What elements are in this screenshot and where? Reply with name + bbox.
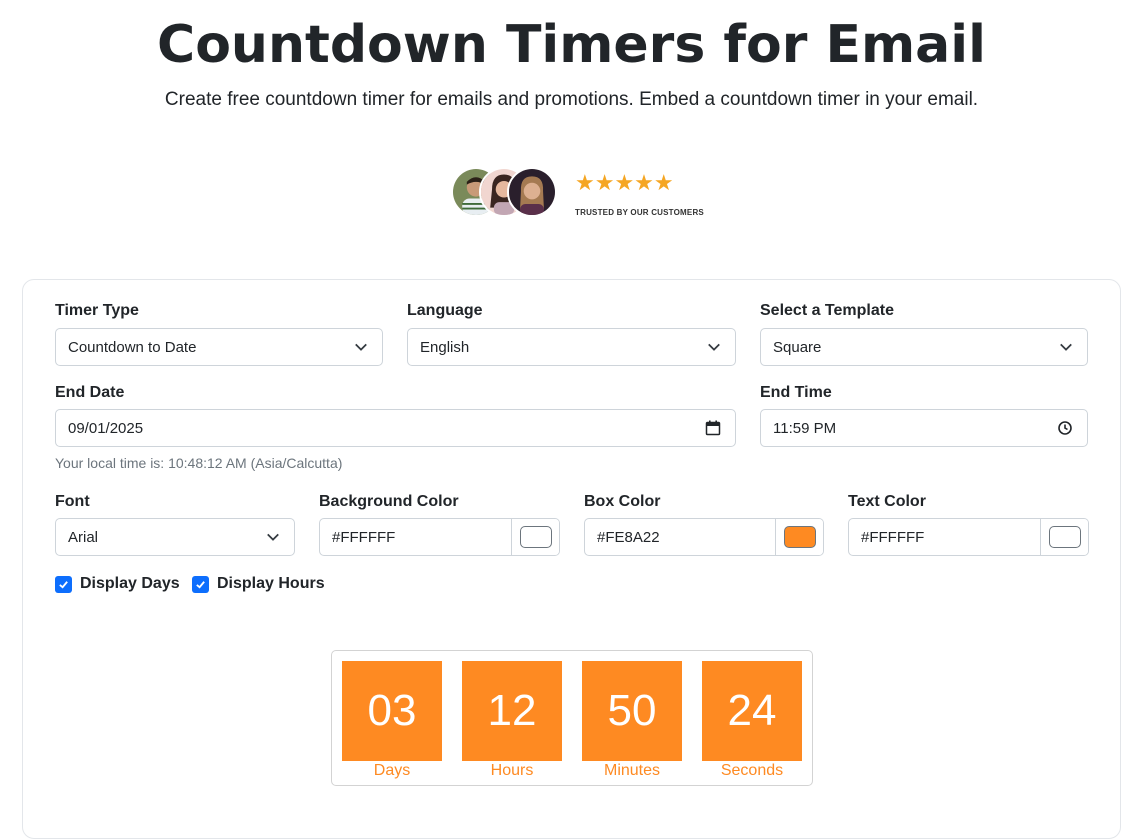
font-value: Arial [68, 528, 99, 546]
end-time-value: 11:59 PM [773, 419, 837, 437]
template-value: Square [773, 338, 822, 356]
timer-type-label: Timer Type [55, 302, 139, 319]
text-color-label: Text Color [848, 493, 926, 510]
local-time-hint: Your local time is: 10:48:12 AM (Asia/Ca… [55, 455, 343, 471]
seconds-value: 24 [702, 661, 802, 761]
font-label: Font [55, 493, 90, 510]
font-select[interactable]: Arial [55, 518, 295, 556]
timer-type-select[interactable]: Countdown to Date [55, 328, 383, 366]
display-hours-checkbox[interactable]: Display Hours [192, 575, 325, 593]
chevron-down-icon [1060, 343, 1072, 351]
box-color-label: Box Color [584, 493, 661, 510]
timer-preview: 03 Days 12 Hours 50 Minutes 24 Seconds [331, 650, 813, 786]
chevron-down-icon [355, 343, 367, 351]
checkbox-checked-icon[interactable] [192, 575, 209, 593]
chevron-down-icon [267, 533, 279, 541]
days-value: 03 [342, 661, 442, 761]
display-hours-label: Display Hours [217, 575, 325, 592]
template-select[interactable]: Square [760, 328, 1088, 366]
clock-icon[interactable] [1057, 420, 1073, 436]
display-days-checkbox[interactable]: Display Days [55, 575, 180, 593]
display-days-label: Display Days [80, 575, 180, 592]
box-color-input-group: #FE8A22 [584, 518, 824, 556]
days-label: Days [373, 762, 411, 779]
minutes-value: 50 [582, 661, 682, 761]
minutes-unit: 50 Minutes [582, 661, 682, 780]
language-select[interactable]: English [407, 328, 736, 366]
rating-stars: ★★★★★ [575, 170, 674, 195]
end-date-input[interactable]: 09/01/2025 [55, 409, 736, 447]
hours-unit: 12 Hours [462, 661, 562, 780]
text-color-field[interactable]: #FFFFFF [849, 529, 1040, 546]
end-date-value: 09/01/2025 [68, 419, 144, 437]
text-color-input-group: #FFFFFF [848, 518, 1089, 556]
customer-avatars [451, 167, 561, 221]
hours-value: 12 [462, 661, 562, 761]
background-color-picker[interactable] [511, 519, 559, 555]
language-label: Language [407, 302, 483, 319]
chevron-down-icon [708, 343, 720, 351]
box-color-picker[interactable] [775, 519, 823, 555]
background-color-field[interactable]: #FFFFFF [320, 529, 511, 546]
end-date-label: End Date [55, 384, 125, 401]
hours-label: Hours [490, 762, 534, 779]
background-color-input-group: #FFFFFF [319, 518, 560, 556]
box-color-swatch [783, 526, 816, 548]
seconds-unit: 24 Seconds [702, 661, 802, 780]
minutes-label: Minutes [603, 762, 661, 779]
calendar-icon[interactable] [705, 420, 721, 436]
page-title: Countdown Timers for Email [157, 15, 986, 75]
checkbox-checked-icon[interactable] [55, 575, 72, 593]
seconds-label: Seconds [720, 762, 784, 779]
avatar [507, 167, 557, 217]
end-time-label: End Time [760, 384, 832, 401]
box-color-field[interactable]: #FE8A22 [585, 529, 775, 546]
background-color-label: Background Color [319, 493, 459, 510]
days-unit: 03 Days [342, 661, 442, 780]
trusted-label: TRUSTED BY OUR CUSTOMERS [575, 208, 704, 217]
page-subtitle: Create free countdown timer for emails a… [164, 89, 979, 110]
background-color-swatch [519, 526, 552, 548]
template-label: Select a Template [760, 302, 894, 319]
timer-type-value: Countdown to Date [68, 338, 197, 356]
language-value: English [420, 338, 470, 356]
end-time-input[interactable]: 11:59 PM [760, 409, 1088, 447]
text-color-swatch [1048, 526, 1081, 548]
text-color-picker[interactable] [1040, 519, 1088, 555]
